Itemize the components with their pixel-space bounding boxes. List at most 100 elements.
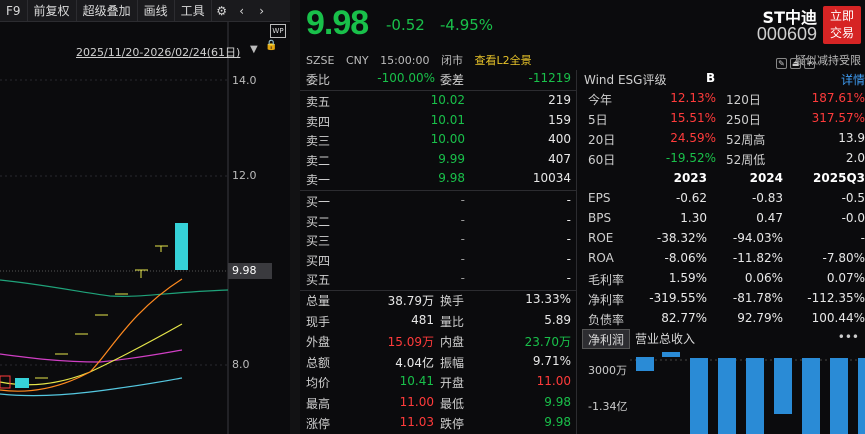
metric-label: 负债率: [588, 313, 625, 327]
draw-line-button[interactable]: 画线: [138, 0, 175, 22]
stat-value: 9.98: [544, 394, 571, 409]
stat-row: 涨停 11.03 跌停 9.98: [300, 414, 577, 434]
metric-label: EPS: [588, 191, 611, 205]
bid-price: -: [460, 271, 465, 285]
last-price: 9.98: [306, 4, 369, 42]
return-value: 187.61%: [811, 91, 865, 105]
stat-value: 9.71%: [532, 353, 571, 368]
market-info: SZSE CNY 15:00:00 闭市 查看L2全景: [306, 52, 540, 68]
bid-label: 买四: [306, 253, 331, 268]
stat-value: 5.89: [544, 312, 571, 327]
fundamentals-panel: Wind ESG评级 B 详情 今年 12.13% 120日 187.61% 5…: [578, 58, 865, 434]
gear-icon[interactable]: ⚙: [212, 0, 232, 22]
bar: [746, 358, 764, 434]
edit-icon[interactable]: ✎ ⏏ +: [773, 56, 815, 70]
price-tick: 8.0: [232, 358, 250, 371]
stat-value: 13.33%: [525, 292, 571, 306]
return-value: 12.13%: [670, 91, 716, 105]
stat-label: 量比: [440, 314, 465, 329]
l2-link[interactable]: 查看L2全景: [475, 54, 532, 67]
divider: [300, 190, 577, 191]
stat-value: 11.00: [399, 394, 434, 409]
splitter[interactable]: [290, 0, 300, 434]
date-range[interactable]: 2025/11/20-2026/02/24(61日): [76, 44, 240, 60]
current-price-tag: 9.98: [228, 263, 272, 279]
bar: [830, 358, 848, 434]
ask-row[interactable]: 卖五 10.02 219: [300, 92, 577, 112]
ask-row[interactable]: 卖二 9.99 407: [300, 151, 577, 171]
bar: [802, 358, 820, 434]
stat-label: 均价: [306, 376, 331, 390]
wp-badge[interactable]: WP: [270, 24, 286, 38]
year-header: 2025Q3: [813, 171, 865, 185]
lock-icon[interactable]: 🔒: [265, 40, 277, 51]
return-row: 今年 12.13% 120日 187.61%: [578, 90, 865, 110]
ask-row[interactable]: 卖一 9.98 10034: [300, 170, 577, 190]
tab-net-profit[interactable]: 净利润: [582, 329, 631, 349]
bid-row[interactable]: 买二 - -: [300, 212, 577, 232]
price-change-pct: -4.95%: [440, 16, 494, 34]
ask-row[interactable]: 卖四 10.01 159: [300, 112, 577, 132]
tools-button[interactable]: 工具: [175, 0, 212, 22]
metric-value: -11.82%: [732, 251, 783, 265]
stat-label: 外盘: [306, 335, 331, 349]
bid-row[interactable]: 买四 - -: [300, 251, 577, 271]
year-header: 2023: [673, 171, 707, 185]
metric-value: -0.5: [841, 191, 865, 205]
metric-value: 1.30: [680, 211, 707, 225]
metric-value: 1.59%: [668, 271, 707, 285]
dropdown-arrow-icon[interactable]: ▼: [250, 44, 258, 55]
trade-button[interactable]: 立即 交易: [823, 6, 861, 44]
bid-row[interactable]: 买五 - -: [300, 270, 577, 290]
chevron-right-icon[interactable]: ›: [252, 0, 272, 22]
bid-row[interactable]: 买一 - -: [300, 192, 577, 212]
bid-label: 买一: [306, 195, 331, 209]
stat-row: 最高 11.00 最低 9.98: [300, 394, 577, 414]
metric-row: EPS -0.62 -0.83 -0.5: [578, 190, 865, 210]
bid-volume: -: [566, 251, 571, 266]
metric-value: -: [860, 231, 865, 245]
return-label: 52周低: [726, 153, 766, 167]
stock-code: 000609: [756, 24, 817, 44]
bar: [718, 358, 736, 434]
metric-value: 0.07%: [826, 271, 865, 285]
stat-label: 内盘: [440, 335, 465, 349]
bid-volume: -: [566, 212, 571, 227]
ask-price: 9.99: [438, 151, 465, 166]
metric-label: ROA: [588, 251, 614, 265]
stat-row: 现手 481 量比 5.89: [300, 312, 577, 332]
bar: [690, 358, 708, 434]
stat-label: 最高: [306, 396, 331, 411]
ratio-label: 委比: [306, 73, 331, 87]
tab-revenue[interactable]: 营业总收入: [630, 329, 700, 349]
bid-row[interactable]: 买三 - -: [300, 231, 577, 251]
ask-label: 卖二: [306, 153, 331, 168]
more-icon[interactable]: •••: [838, 330, 859, 344]
metric-label: 净利率: [588, 293, 625, 307]
stat-label: 涨停: [306, 417, 331, 431]
return-value: -19.52%: [665, 151, 716, 165]
overlay-button[interactable]: 超级叠加: [77, 0, 138, 22]
kline-chart[interactable]: 14.0 12.0 9.98 8.0 🔒: [0, 22, 290, 434]
esg-label: Wind ESG评级: [584, 73, 667, 87]
f9-button[interactable]: F9: [0, 0, 28, 22]
return-label: 今年: [588, 93, 613, 107]
exchange: SZSE: [306, 54, 335, 67]
ask-row[interactable]: 卖三 10.00 400: [300, 131, 577, 151]
detail-link[interactable]: 详情: [841, 71, 865, 88]
price-tick: 12.0: [232, 169, 257, 182]
divider: [300, 90, 577, 91]
stat-value: 11.00: [536, 374, 571, 388]
return-label: 250日: [726, 113, 761, 127]
stat-label: 开盘: [440, 376, 465, 390]
stat-row: 总额 4.04亿 振幅 9.71%: [300, 353, 577, 373]
stat-label: 总额: [306, 355, 331, 370]
trade-button-label: 交易: [829, 26, 854, 40]
metric-value: 82.77%: [661, 311, 707, 325]
adjust-price-button[interactable]: 前复权: [28, 0, 77, 22]
metric-label: ROE: [588, 231, 614, 245]
return-label: 52周高: [726, 133, 766, 147]
chevron-left-icon[interactable]: ‹: [232, 0, 252, 22]
bar-axis-label: -1.34亿: [588, 400, 628, 413]
stat-label: 总量: [306, 294, 331, 308]
